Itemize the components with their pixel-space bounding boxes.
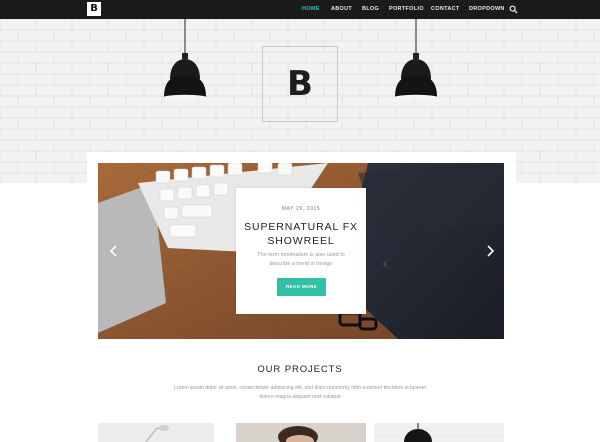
project-image-3 <box>374 423 504 442</box>
chevron-left-small-icon <box>383 260 387 268</box>
project-image-2 <box>236 423 366 442</box>
brand-logo-letter: B <box>287 64 313 104</box>
slide-description: The term minimalism is also used to desc… <box>254 251 348 269</box>
projects-intro-line-2: dolore magna aliquam erat volutpat <box>259 394 341 400</box>
brand-logo-frame: B <box>262 46 338 122</box>
slide-description-line-2: describe a trend in design <box>269 261 333 267</box>
slide-title-line-1: SUPERNATURAL FX <box>244 221 358 233</box>
project-image-1 <box>98 423 214 442</box>
slide-title: SUPERNATURAL FX SHOWREEL <box>236 220 366 248</box>
nav-portfolio[interactable]: PORTFOLIO <box>389 0 424 19</box>
chevron-right-icon[interactable] <box>485 244 495 258</box>
projects-intro-line-1: Lorem ipsum dolor sit amet, consectetuer… <box>173 385 426 391</box>
site-logo[interactable]: B <box>87 2 101 16</box>
nav-dropdown[interactable]: DROPDOWN <box>469 0 505 19</box>
slide-description-line-1: The term minimalism is also used to <box>257 252 345 258</box>
project-thumb-1[interactable] <box>98 423 214 442</box>
search-icon[interactable] <box>509 5 518 14</box>
slide-date: MAY 29, 2015 <box>281 206 321 212</box>
slide-title-line-2: SHOWREEL <box>267 235 335 247</box>
pendant-lamp-right <box>395 19 437 100</box>
top-navbar: B HOME ABOUT BLOG PORTFOLIO CONTACT DROP… <box>0 0 600 19</box>
project-thumb-3[interactable] <box>374 423 504 442</box>
nav-about[interactable]: ABOUT <box>331 0 352 19</box>
read-more-button[interactable]: READ MORE <box>277 278 326 296</box>
project-thumb-2[interactable] <box>236 423 366 442</box>
nav-contact[interactable]: CONTACT <box>431 0 460 19</box>
projects-heading: OUR PROJECTS <box>257 364 343 375</box>
chevron-left-icon[interactable] <box>109 244 119 258</box>
projects-intro: Lorem ipsum dolor sit amet, consectetuer… <box>160 384 440 402</box>
nav-home[interactable]: HOME <box>302 0 320 19</box>
nav-blog[interactable]: BLOG <box>362 0 379 19</box>
slide-caption: MAY 29, 2015 SUPERNATURAL FX SHOWREEL Th… <box>236 188 366 314</box>
pendant-lamp-left <box>164 19 206 100</box>
